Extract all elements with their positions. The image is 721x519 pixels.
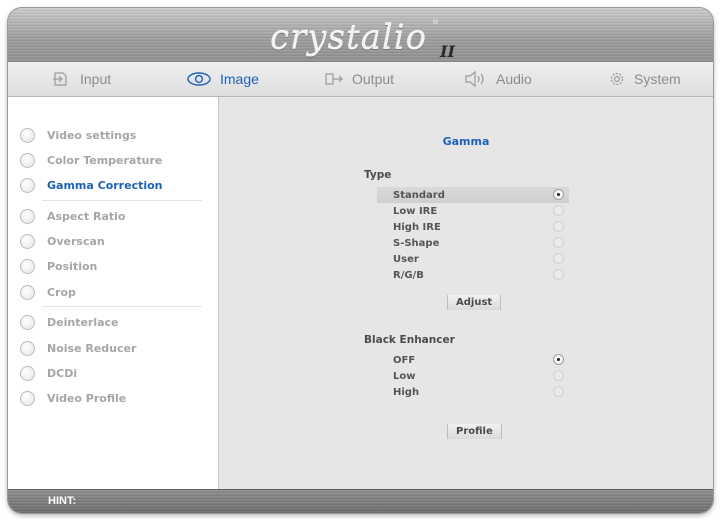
black-option-high[interactable]: High <box>377 384 569 400</box>
gamma-option-rgb[interactable]: R/G/B <box>377 267 569 283</box>
option-label: High IRE <box>393 221 441 233</box>
type-section-label: Type <box>364 169 392 181</box>
tab-image[interactable]: Image <box>186 62 259 96</box>
sidebar-item-deinterlace[interactable]: Deinterlace <box>20 311 119 333</box>
sidebar-item-video-settings[interactable]: Video settings <box>20 124 136 146</box>
radio-button[interactable] <box>553 370 564 381</box>
sidebar: Video settings Color Temperature Gamma C… <box>8 97 219 489</box>
tab-image-label: Image <box>220 71 259 87</box>
radio-bullet-icon <box>20 177 35 193</box>
main-panel: Gamma Type Standard Low IRE High IRE S-S… <box>219 97 713 489</box>
radio-button[interactable] <box>553 237 564 248</box>
option-label: R/G/B <box>393 269 424 281</box>
sidebar-item-label: Color Temperature <box>47 153 163 167</box>
sidebar-divider <box>42 306 202 307</box>
sidebar-item-color-temperature[interactable]: Color Temperature <box>20 149 162 171</box>
title-bar: crystalio ® II <box>8 8 713 62</box>
sidebar-item-label: Noise Reducer <box>47 341 137 355</box>
tab-input-label: Input <box>80 71 112 87</box>
option-label: High <box>393 386 420 398</box>
radio-bullet-icon <box>20 258 35 274</box>
sidebar-item-position[interactable]: Position <box>20 255 97 277</box>
sidebar-item-label: Deinterlace <box>47 315 119 329</box>
sidebar-item-video-profile[interactable]: Video Profile <box>20 387 126 409</box>
sidebar-item-overscan[interactable]: Overscan <box>20 230 105 252</box>
sidebar-divider <box>42 200 202 201</box>
tab-audio-label: Audio <box>496 71 532 87</box>
gamma-option-low-ire[interactable]: Low IRE <box>377 203 569 219</box>
radio-button[interactable] <box>553 269 564 280</box>
main-nav: Input Image Output Audio System <box>8 62 713 97</box>
eye-icon <box>187 72 211 86</box>
tab-audio[interactable]: Audio <box>464 62 532 96</box>
gamma-option-s-shape[interactable]: S-Shape <box>377 235 569 251</box>
black-option-off[interactable]: OFF <box>377 352 569 368</box>
radio-button[interactable] <box>553 354 564 365</box>
sidebar-item-dcdi[interactable]: DCDi <box>20 362 77 384</box>
gear-icon <box>610 72 624 86</box>
brand-logo-mark: II <box>440 42 455 61</box>
tab-output-label: Output <box>352 71 395 87</box>
radio-bullet-icon <box>20 127 35 143</box>
radio-bullet-icon <box>20 314 35 330</box>
radio-bullet-icon <box>20 233 35 249</box>
sidebar-item-label: Position <box>47 259 98 273</box>
output-icon <box>325 73 343 85</box>
gamma-option-user[interactable]: User <box>377 251 569 267</box>
option-label: OFF <box>393 354 416 366</box>
sidebar-item-label: Overscan <box>47 234 105 248</box>
sidebar-item-label: Aspect Ratio <box>47 209 126 223</box>
radio-bullet-icon <box>20 284 35 300</box>
radio-bullet-icon <box>20 390 35 406</box>
option-label: Low <box>393 370 416 382</box>
sidebar-item-aspect-ratio[interactable]: Aspect Ratio <box>20 205 125 227</box>
tab-system-label: System <box>634 71 681 87</box>
black-enhancer-label: Black Enhancer <box>364 334 455 346</box>
speaker-icon <box>465 70 484 88</box>
radio-button[interactable] <box>553 189 564 200</box>
sidebar-item-label: Crop <box>47 285 76 299</box>
radio-button[interactable] <box>553 221 564 232</box>
radio-bullet-icon <box>20 152 35 168</box>
page-title: Gamma <box>442 135 490 148</box>
sidebar-item-gamma-correction[interactable]: Gamma Correction <box>20 174 163 196</box>
option-label: Low IRE <box>393 205 438 217</box>
sidebar-item-label: Video Profile <box>47 391 127 405</box>
tab-system[interactable]: System <box>608 62 681 96</box>
option-label: Standard <box>393 189 445 201</box>
gamma-option-standard[interactable]: Standard <box>377 187 569 203</box>
radio-button[interactable] <box>553 386 564 397</box>
input-icon <box>53 72 67 86</box>
option-label: User <box>393 253 419 265</box>
sidebar-item-label: Gamma Correction <box>47 178 163 192</box>
registered-mark: ® <box>432 18 439 26</box>
sidebar-item-noise-reducer[interactable]: Noise Reducer <box>20 337 136 359</box>
app-window: crystalio ® II Input Image Output Audio … <box>8 8 713 513</box>
radio-button[interactable] <box>553 253 564 264</box>
radio-bullet-icon <box>20 365 35 381</box>
sidebar-item-label: DCDi <box>47 366 78 380</box>
black-option-low[interactable]: Low <box>377 368 569 384</box>
hint-bar: HINT: <box>8 489 713 513</box>
sidebar-item-crop[interactable]: Crop <box>20 281 76 303</box>
gamma-option-high-ire[interactable]: High IRE <box>377 219 569 235</box>
hint-label: HINT: <box>48 495 77 507</box>
radio-button[interactable] <box>553 205 564 216</box>
adjust-button[interactable]: Adjust <box>447 295 502 310</box>
tab-input[interactable]: Input <box>52 62 111 96</box>
radio-bullet-icon <box>20 208 35 224</box>
tab-output[interactable]: Output <box>324 62 394 96</box>
radio-bullet-icon <box>20 340 35 356</box>
profile-button[interactable]: Profile <box>447 424 502 439</box>
sidebar-item-label: Video settings <box>47 128 137 142</box>
option-label: S-Shape <box>393 237 440 249</box>
